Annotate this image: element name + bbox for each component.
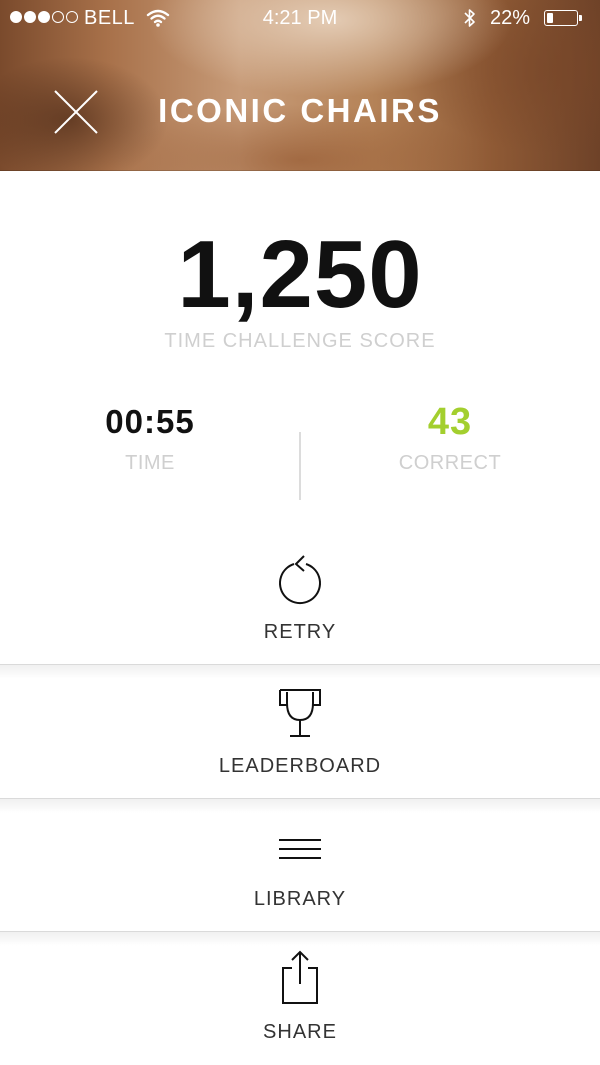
score-value: 1,250 [177, 221, 423, 328]
time-value: 00:55 [105, 403, 195, 440]
status-bar: BELL 4:21 PM 22% [0, 0, 600, 36]
score-label: TIME CHALLENGE SCORE [164, 330, 436, 352]
share-button[interactable]: SHARE [0, 946, 600, 1065]
menu-icon [0, 835, 600, 870]
leaderboard-label: LEADERBOARD [218, 755, 382, 777]
retry-label: RETRY [263, 621, 337, 643]
page-title: ICONIC CHAIRS [158, 92, 442, 129]
time-label: TIME [125, 452, 175, 474]
library-label: LIBRARY [253, 888, 347, 910]
trophy-icon [0, 687, 600, 746]
time-stat: 00:55 TIME [0, 402, 300, 475]
share-icon [0, 950, 600, 1009]
battery-icon [544, 10, 584, 26]
retry-button[interactable]: RETRY [0, 535, 600, 665]
separator-shadow [0, 665, 600, 679]
battery-percentage: 22% [490, 7, 531, 29]
correct-label: CORRECT [398, 452, 502, 474]
correct-stat: 43 CORRECT [300, 402, 600, 475]
library-button[interactable]: LIBRARY [0, 813, 600, 931]
leaderboard-button[interactable]: LEADERBOARD [0, 679, 600, 798]
header: BELL 4:21 PM 22% ICONIC CHAIRS [0, 0, 600, 171]
correct-value: 43 [427, 401, 473, 443]
separator-shadow [0, 932, 600, 946]
separator-shadow [0, 799, 600, 813]
share-label: SHARE [263, 1021, 337, 1043]
bluetooth-icon [462, 6, 478, 36]
retry-icon [0, 555, 600, 612]
